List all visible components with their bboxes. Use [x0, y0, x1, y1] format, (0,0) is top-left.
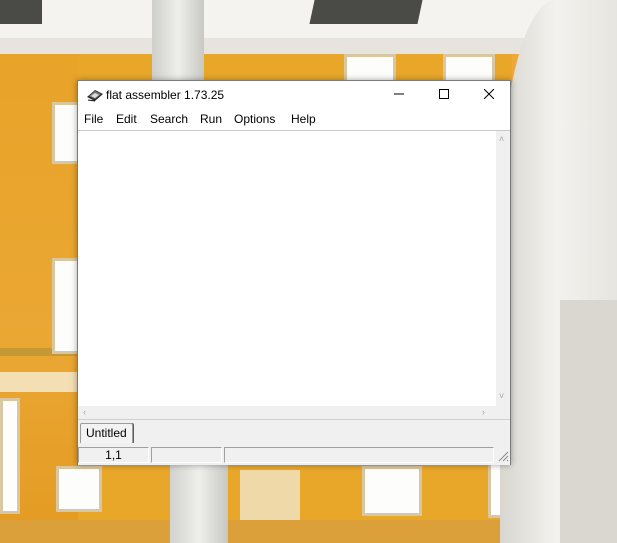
wallpaper-window [56, 466, 102, 512]
maximize-icon [439, 86, 449, 104]
window-title: flat assembler 1.73.25 [106, 88, 225, 102]
maximize-button[interactable] [421, 81, 467, 109]
minimize-button[interactable] [376, 81, 422, 109]
cursor-position: 1,1 [78, 447, 149, 463]
menu-help[interactable]: Help [291, 112, 316, 126]
horizontal-scrollbar[interactable]: ‹ › [78, 406, 496, 419]
fasm-app-icon [86, 88, 104, 102]
vertical-scrollbar[interactable]: ˄ ˅ [496, 131, 510, 406]
wallpaper-column [170, 465, 228, 543]
wallpaper-shadow [560, 300, 617, 543]
menu-run[interactable]: Run [200, 112, 222, 126]
wallpaper-window [0, 398, 20, 514]
code-editor[interactable] [78, 131, 496, 406]
scroll-up-icon[interactable]: ˄ [499, 134, 504, 144]
menu-edit[interactable]: Edit [116, 112, 137, 126]
scroll-left-icon[interactable]: ‹ [83, 407, 86, 417]
file-tab-strip: Untitled [78, 419, 510, 445]
wallpaper-ceiling-vent [0, 0, 42, 24]
resize-grip-icon[interactable] [496, 449, 509, 462]
tab-untitled[interactable]: Untitled [80, 423, 133, 443]
menu-file[interactable]: File [84, 112, 103, 126]
menu-search[interactable]: Search [150, 112, 188, 126]
status-cell [151, 447, 222, 463]
scroll-down-icon[interactable]: ˅ [499, 391, 504, 401]
fasm-window: flat assembler 1.73.25 File Edit Search … [77, 80, 511, 465]
status-cell [224, 447, 494, 463]
status-bar: 1,1 [78, 445, 510, 465]
wallpaper-column [152, 0, 204, 80]
close-icon [483, 86, 495, 104]
wallpaper-window [362, 466, 422, 516]
scroll-right-icon[interactable]: › [482, 407, 485, 417]
menu-bar: File Edit Search Run Options Help [78, 109, 510, 131]
close-button[interactable] [466, 81, 512, 109]
minimize-icon [394, 86, 404, 104]
wallpaper-ceiling-vent [309, 0, 423, 24]
menu-options[interactable]: Options [234, 112, 275, 126]
title-bar[interactable]: flat assembler 1.73.25 [78, 81, 510, 109]
scrollbar-corner [496, 406, 510, 419]
wallpaper-band [0, 372, 78, 392]
